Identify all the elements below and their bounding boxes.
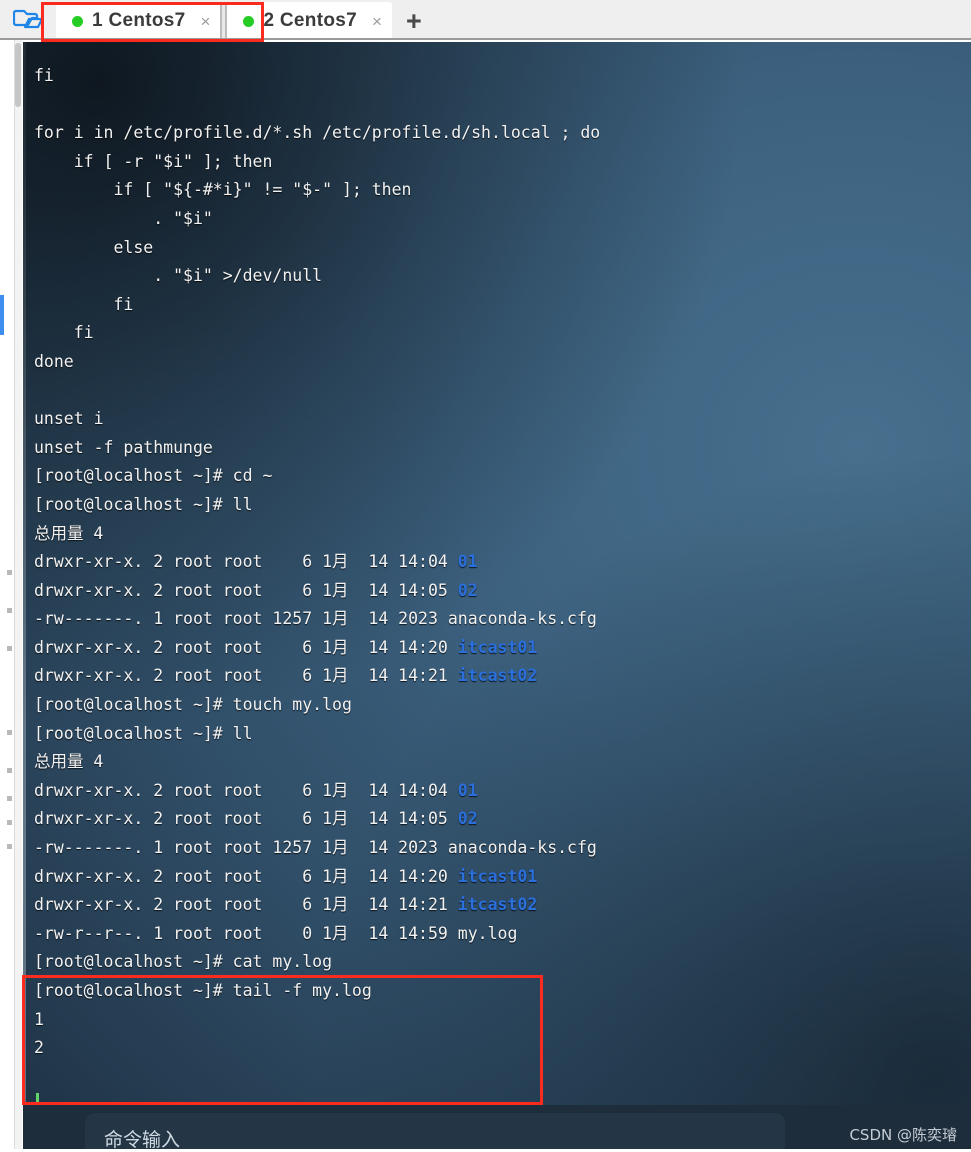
session-sidebar-rail	[0, 40, 22, 1149]
terminal-line: . "$i"	[34, 208, 213, 228]
sidebar-tick	[7, 796, 12, 801]
close-icon[interactable]: ×	[201, 13, 211, 30]
sidebar-tick	[7, 768, 12, 773]
tab-divider	[220, 5, 228, 39]
terminal-line: else	[34, 237, 154, 257]
command-input-label: 命令输入	[104, 1129, 181, 1151]
tab-centos7-2[interactable]: 2 Centos7 ×	[227, 2, 392, 40]
tab-centos7-1[interactable]: 1 Centos7 ×	[56, 2, 221, 40]
terminal-line: drwxr-xr-x. 2 root root 6 1月 14 14:04 01	[34, 552, 478, 572]
terminal-line: drwxr-xr-x. 2 root root 6 1月 14 14:05 02	[34, 580, 478, 600]
sidebar-scrollbar-track[interactable]	[14, 40, 22, 1149]
sidebar-tick	[7, 820, 12, 825]
terminal-line: if [ "${-#*i}" != "$-" ]; then	[34, 180, 412, 200]
terminal-line: 总用量 4	[34, 752, 104, 772]
terminal-line: [root@localhost ~]# tail -f my.log	[34, 981, 372, 1000]
terminal-line: [root@localhost ~]# ll	[34, 494, 253, 514]
terminal-line: -rw-r--r--. 1 root root 0 1月 14 14:59 my…	[34, 923, 518, 943]
terminal-scrollbar[interactable]	[23, 42, 26, 1105]
terminal-output: fi for i in /etc/profile.d/*.sh /etc/prof…	[34, 62, 964, 1063]
terminal-line: fi	[34, 323, 94, 343]
command-input-panel[interactable]	[85, 1113, 785, 1149]
sidebar-tick	[7, 844, 12, 849]
directory-name: 01	[457, 780, 478, 800]
csdn-watermark: CSDN @陈奕璿	[849, 1126, 957, 1144]
terminal-line: -rw-------. 1 root root 1257 1月 14 2023 …	[34, 838, 597, 858]
terminal-pane[interactable]: fi for i in /etc/profile.d/*.sh /etc/prof…	[23, 42, 971, 1105]
directory-name: itcast01	[457, 637, 538, 657]
tab-bar: 1 Centos7 × 2 Centos7 × +	[0, 0, 971, 40]
terminal-line: [root@localhost ~]# touch my.log	[34, 695, 352, 715]
sidebar-scrollbar-thumb[interactable]	[15, 43, 21, 107]
new-tab-button[interactable]: +	[392, 2, 436, 40]
terminal-line: unset i	[34, 409, 104, 429]
tab-label: 2 Centos7	[263, 10, 357, 31]
connected-status-dot	[72, 15, 83, 27]
tab-bar-underline	[0, 38, 971, 40]
terminal-line: drwxr-xr-x. 2 root root 6 1月 14 14:20 it…	[34, 637, 538, 657]
terminal-line: [root@localhost ~]# cat my.log	[34, 952, 333, 972]
directory-name: 01	[457, 552, 478, 572]
terminal-line: [root@localhost ~]# ll	[34, 723, 253, 743]
open-folder-button[interactable]	[0, 2, 56, 40]
directory-name: itcast02	[457, 666, 538, 686]
terminal-line: [root@localhost ~]# cd ~	[34, 466, 273, 486]
directory-name: itcast02	[457, 895, 538, 915]
terminal-line: fi	[34, 294, 134, 314]
terminal-line: drwxr-xr-x. 2 root root 6 1月 14 14:21 it…	[34, 895, 538, 915]
terminal-line: done	[34, 351, 74, 371]
terminal-line: unset -f pathmunge	[34, 437, 213, 457]
connected-status-dot	[243, 15, 255, 27]
terminal-cursor	[36, 1093, 39, 1105]
terminal-line: drwxr-xr-x. 2 root root 6 1月 14 14:21 it…	[34, 666, 538, 686]
terminal-line: if [ -r "$i" ]; then	[34, 151, 273, 171]
terminal-line: fi	[34, 66, 54, 85]
sidebar-tick	[7, 570, 12, 575]
terminal-line: 2	[34, 1038, 44, 1058]
terminal-line: drwxr-xr-x. 2 root root 6 1月 14 14:05 02	[34, 809, 478, 829]
open-folder-icon	[12, 6, 44, 36]
directory-name: 02	[457, 580, 478, 600]
terminal-line: for i in /etc/profile.d/*.sh /etc/profil…	[34, 123, 601, 143]
sidebar-selection-indicator	[0, 295, 4, 335]
terminal-line: 1	[34, 1009, 44, 1029]
tab-label: 1 Centos7	[92, 10, 186, 31]
terminal-line: -rw-------. 1 root root 1257 1月 14 2023 …	[34, 609, 597, 629]
sidebar-tick	[7, 608, 12, 613]
sidebar-tick	[7, 730, 12, 735]
terminal-line: . "$i" >/dev/null	[34, 266, 323, 286]
terminal-line: drwxr-xr-x. 2 root root 6 1月 14 14:04 01	[34, 780, 478, 800]
close-icon[interactable]: ×	[372, 13, 382, 30]
terminal-line: 总用量 4	[34, 523, 104, 543]
terminal-line: drwxr-xr-x. 2 root root 6 1月 14 14:20 it…	[34, 866, 538, 886]
directory-name: itcast01	[457, 866, 538, 886]
sidebar-tick	[7, 646, 12, 651]
directory-name: 02	[457, 809, 478, 829]
